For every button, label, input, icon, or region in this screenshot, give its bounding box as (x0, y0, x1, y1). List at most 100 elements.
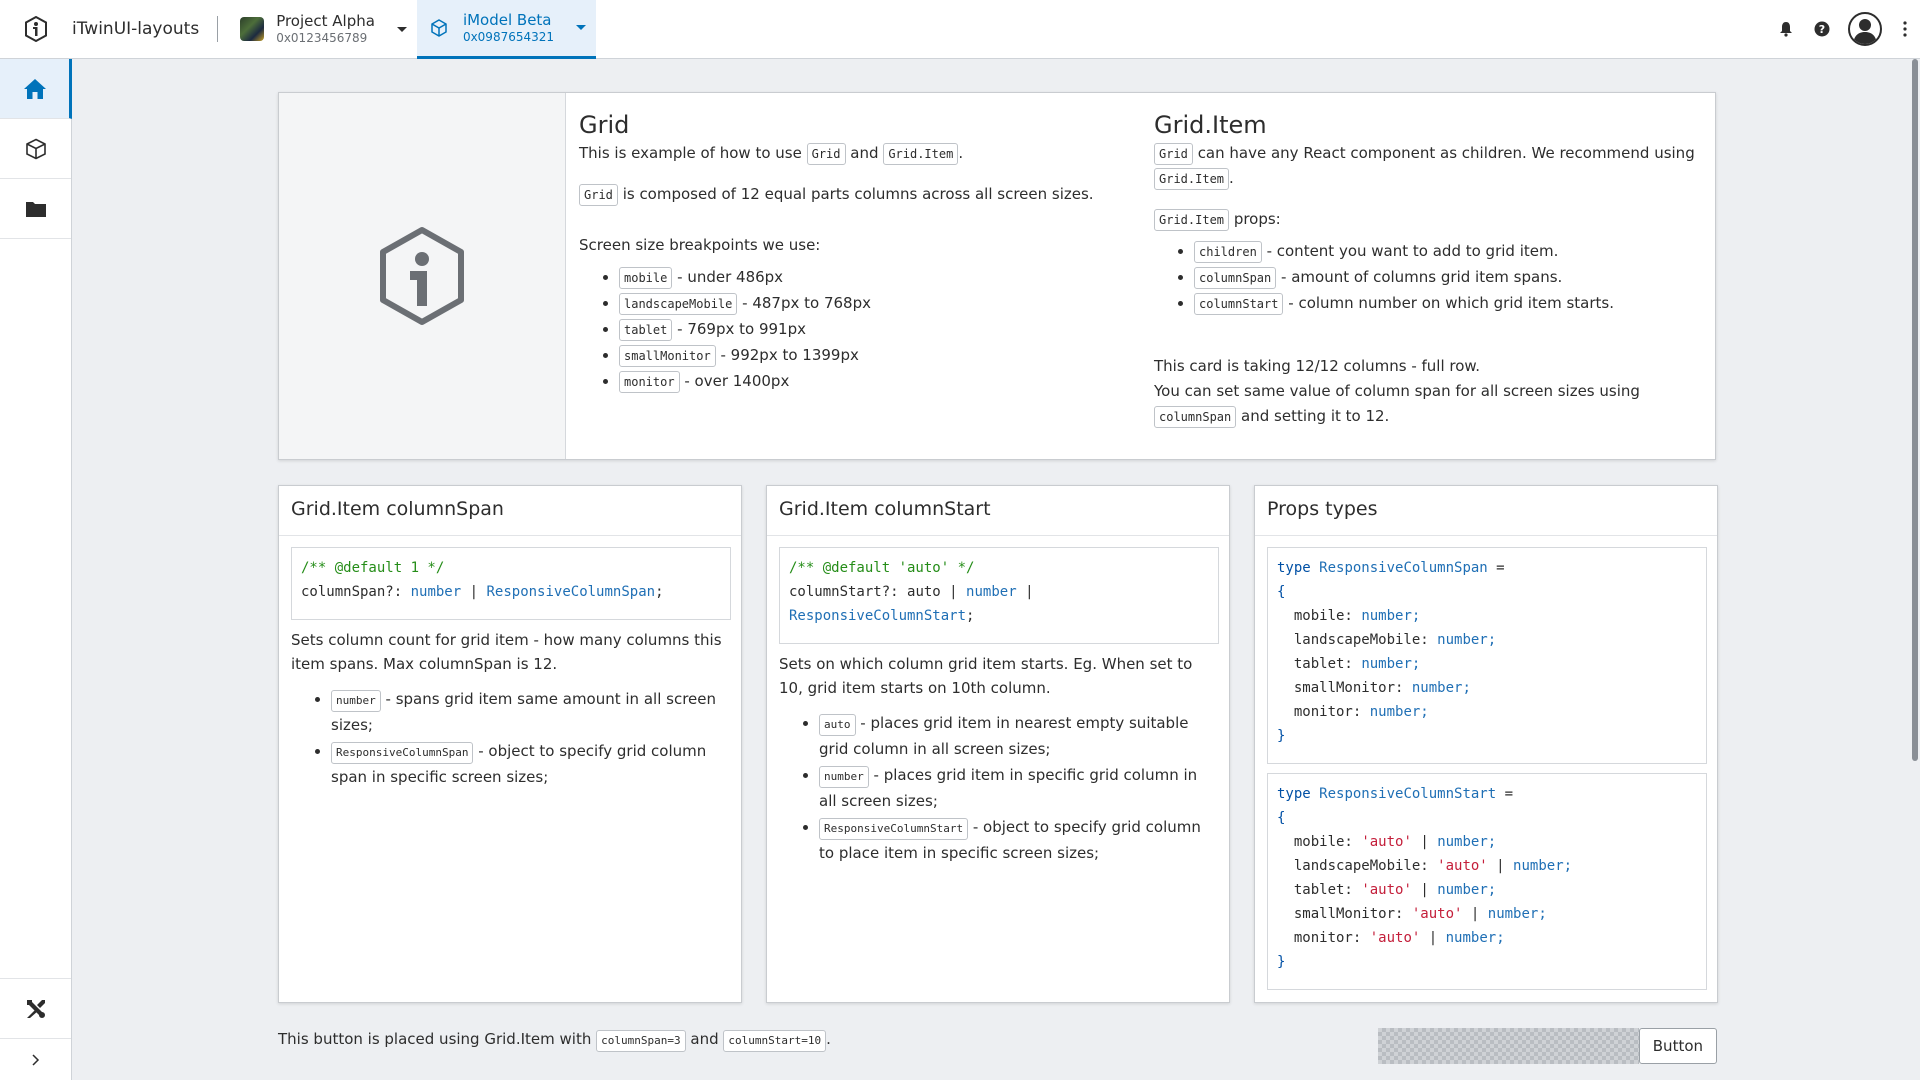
grid-item-children-end: . (1229, 169, 1234, 187)
code-chip: smallMonitor (619, 345, 716, 367)
same-value-text: You can set same value of column span fo… (1154, 379, 1699, 429)
code-keyword: type (1277, 560, 1311, 576)
list-item: columnSpan - amount of columns grid item… (1194, 264, 1699, 290)
breakpoints-label: Screen size breakpoints we use: (579, 236, 821, 254)
folder-icon (25, 201, 46, 217)
card-title: Grid.Item columnStart (779, 498, 991, 520)
same-value-a: You can set same value of column span fo… (1154, 382, 1640, 400)
button-placement-text: This button is placed using Grid.Item wi… (278, 1024, 831, 1054)
code-key: tablet: (1293, 656, 1353, 672)
project-thumbnail (240, 17, 265, 41)
bell-icon (1780, 22, 1792, 37)
code-chip: Grid (579, 184, 618, 206)
description-text: Sets on which column grid item starts. E… (779, 655, 1193, 697)
code-key: smallMonitor: (1293, 680, 1404, 696)
list-item-text: - places grid item in specific grid colu… (819, 766, 1198, 810)
code-key: mobile: (1293, 608, 1353, 624)
list-item-text: - spans grid item same amount in all scr… (331, 690, 716, 734)
app-logo-button[interactable] (0, 0, 72, 58)
demo-button[interactable]: Button (1638, 1028, 1717, 1064)
code-key: tablet: (1293, 882, 1353, 898)
header-divider (217, 16, 219, 42)
props-list: children - content you want to add to gr… (1154, 238, 1699, 316)
list-item-text: - amount of columns grid item spans. (1281, 268, 1563, 286)
card-title: Grid.Item columnSpan (291, 498, 504, 520)
sidebar-expand-button[interactable] (0, 1038, 71, 1080)
placeholder-pattern (1378, 1028, 1639, 1064)
grid-item-children: Grid can have any React component as chi… (1154, 141, 1699, 191)
app-title[interactable]: iTwinUI-layouts (72, 19, 199, 39)
code-chip: Grid (806, 143, 846, 165)
card-thumbnail (279, 93, 566, 459)
code-pipe: | (1420, 834, 1429, 850)
notifications-button[interactable] (1768, 11, 1804, 47)
grid-composed: Grid is composed of 12 equal parts colum… (579, 182, 1119, 207)
card-description: Sets on which column grid item starts. E… (779, 652, 1219, 866)
code-value: number; (1369, 704, 1429, 720)
code-brace: } (1277, 728, 1286, 744)
list-item-text: - 769px to 991px (677, 320, 806, 338)
options-list: auto - places grid item in nearest empty… (779, 710, 1219, 866)
code-block: type ResponsiveColumnStart = { mobile: '… (1267, 773, 1707, 990)
sidebar-item-documents[interactable] (0, 179, 71, 239)
sidebar-item-model[interactable] (0, 119, 71, 179)
project-name: Project Alpha (276, 12, 375, 30)
info-hexagon-icon (380, 227, 464, 325)
code-eq: = (1504, 786, 1514, 802)
sidebar-item-home[interactable] (0, 59, 72, 119)
list-item: smallMonitor - 992px to 1399px (619, 342, 1119, 368)
grid-column: Grid This is example of how to use Grid … (579, 93, 1119, 394)
list-item: children - content you want to add to gr… (1194, 238, 1699, 264)
vertical-scrollbar[interactable] (1908, 59, 1920, 1080)
code-key: smallMonitor: (1293, 906, 1404, 922)
code-value: number; (1411, 680, 1471, 696)
code-keyword: type (1277, 786, 1311, 802)
list-item: number - places grid item in specific gr… (819, 762, 1219, 814)
list-item: tablet - 769px to 991px (619, 316, 1119, 342)
code-chip: columnSpan=3 (596, 1030, 686, 1052)
code-pipe: | (1428, 930, 1438, 946)
code-key: landscapeMobile: (1293, 632, 1429, 648)
props-label-text: props: (1233, 210, 1281, 228)
project-selector[interactable]: Project Alpha 0x0123456789 (230, 0, 417, 58)
card-description: Sets column count for grid item - how ma… (291, 628, 731, 790)
code-chip: columnSpan (1154, 406, 1237, 428)
code-chip: ResponsiveColumnSpan (331, 742, 474, 764)
scrollbar-thumb[interactable] (1912, 59, 1918, 761)
code-type-name: ResponsiveColumnStart (1319, 786, 1497, 802)
code-eq: = (1496, 560, 1505, 576)
footer-and: and (690, 1030, 719, 1048)
code-string: 'auto' (1361, 882, 1412, 898)
code-type: ResponsiveColumnStart (789, 608, 967, 624)
list-item-text: - 992px to 1399px (720, 346, 859, 364)
imodel-id: 0x0987654321 (462, 29, 555, 44)
code-chip: number (331, 690, 381, 712)
code-pipe: | (1470, 906, 1480, 922)
code-chip: auto (819, 714, 856, 736)
more-menu-button[interactable] (1890, 21, 1920, 37)
imodel-selector[interactable]: iModel Beta 0x0987654321 (416, 0, 597, 59)
code-chip: columnStart=10 (723, 1030, 827, 1052)
help-button[interactable]: ? (1804, 11, 1840, 47)
project-id: 0x0123456789 (276, 31, 368, 45)
sidebar-item-settings[interactable] (0, 978, 71, 1038)
more-vertical-icon (1903, 21, 1907, 37)
code-pipe: | (949, 584, 958, 600)
code-type: number (966, 584, 1017, 600)
code-block: /** @default 'auto' */ columnStart?: aut… (779, 547, 1219, 644)
code-type-name: ResponsiveColumnSpan (1319, 560, 1488, 576)
description-text: Sets column count for grid item - how ma… (291, 631, 722, 673)
code-brace: { (1277, 584, 1286, 600)
full-row-text: This card is taking 12/12 columns - full… (1154, 357, 1481, 375)
help-icon: ? (1814, 21, 1830, 37)
side-navigation (0, 59, 72, 1080)
code-chip: columnStart (1194, 293, 1284, 315)
user-avatar[interactable] (1848, 12, 1882, 46)
code-value: number; (1487, 906, 1547, 922)
list-item-text: - under 486px (677, 268, 784, 286)
cube-icon (25, 138, 46, 159)
itwin-logo-icon (25, 16, 47, 42)
props-types-card: Props types type ResponsiveColumnSpan = … (1254, 485, 1718, 1003)
grid-item-column: Grid.Item Grid can have any React compon… (1154, 93, 1699, 429)
code-chip: columnSpan (1194, 267, 1277, 289)
